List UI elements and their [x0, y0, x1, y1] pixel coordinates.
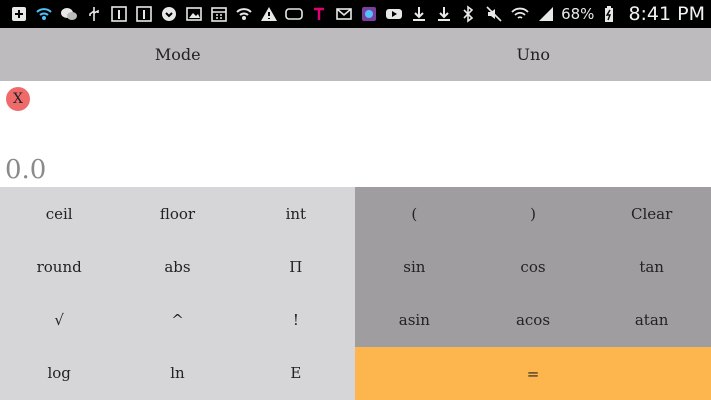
key-power[interactable]: ^	[118, 294, 236, 347]
key-tan[interactable]: tan	[592, 240, 711, 293]
key-ceil[interactable]: ceil	[0, 187, 118, 240]
bluetooth-icon	[457, 3, 479, 25]
battery-charging-icon	[598, 3, 620, 25]
key-abs[interactable]: abs	[118, 240, 236, 293]
add-box-icon	[8, 3, 30, 25]
voicemail-icon	[283, 3, 305, 25]
key-pi[interactable]: Π	[237, 240, 355, 293]
chat-icon	[58, 3, 80, 25]
warning-icon	[258, 3, 280, 25]
trig-keypad: ( ) Clear sin cos tan asin acos atan	[355, 187, 711, 347]
key-clear[interactable]: Clear	[592, 187, 711, 240]
key-atan[interactable]: atan	[592, 294, 711, 347]
clock: 8:41 PM	[628, 3, 705, 25]
calendar-icon	[208, 3, 230, 25]
mode-button[interactable]: Mode	[0, 28, 356, 81]
t-mobile-icon	[308, 3, 330, 25]
key-ln[interactable]: ln	[118, 347, 236, 400]
key-asin[interactable]: asin	[355, 294, 474, 347]
key-close-paren[interactable]: )	[474, 187, 593, 240]
app-icon	[358, 3, 380, 25]
key-factorial[interactable]: !	[237, 294, 355, 347]
one-icon	[133, 3, 155, 25]
youtube-icon	[383, 3, 405, 25]
key-sqrt[interactable]: √	[0, 294, 118, 347]
one-icon	[108, 3, 130, 25]
key-int[interactable]: int	[237, 187, 355, 240]
key-round[interactable]: round	[0, 240, 118, 293]
signal-icon	[233, 3, 255, 25]
function-keypad: ceil floor int round abs Π √ ^ ! log ln …	[0, 187, 355, 400]
battery-percent: 68%	[561, 5, 595, 23]
usb-icon	[83, 3, 105, 25]
keypad: ceil floor int round abs Π √ ^ ! log ln …	[0, 187, 711, 400]
key-open-paren[interactable]: (	[355, 187, 474, 240]
close-button[interactable]: X	[6, 87, 30, 111]
wifi-calling-icon	[33, 3, 55, 25]
mute-icon	[483, 3, 505, 25]
signal-bars-icon	[535, 3, 557, 25]
uno-button[interactable]: Uno	[356, 28, 711, 81]
download-icon	[433, 3, 455, 25]
system-icons: 68% 8:41 PM	[457, 3, 711, 25]
wifi-icon	[509, 3, 531, 25]
status-bar: 68% 8:41 PM	[0, 0, 711, 28]
key-e[interactable]: E	[237, 347, 355, 400]
key-floor[interactable]: floor	[118, 187, 236, 240]
key-sin[interactable]: sin	[355, 240, 474, 293]
result-value: 0.0	[5, 155, 47, 185]
mail-icon	[333, 3, 355, 25]
notification-icons	[0, 3, 455, 25]
calculator-display: X 0.0	[0, 81, 711, 187]
equals-button[interactable]: =	[355, 347, 711, 400]
key-cos[interactable]: cos	[474, 240, 593, 293]
top-bar: Mode Uno	[0, 28, 711, 81]
heart-icon	[158, 3, 180, 25]
key-log[interactable]: log	[0, 347, 118, 400]
key-acos[interactable]: acos	[474, 294, 593, 347]
download-icon	[408, 3, 430, 25]
image-icon	[183, 3, 205, 25]
